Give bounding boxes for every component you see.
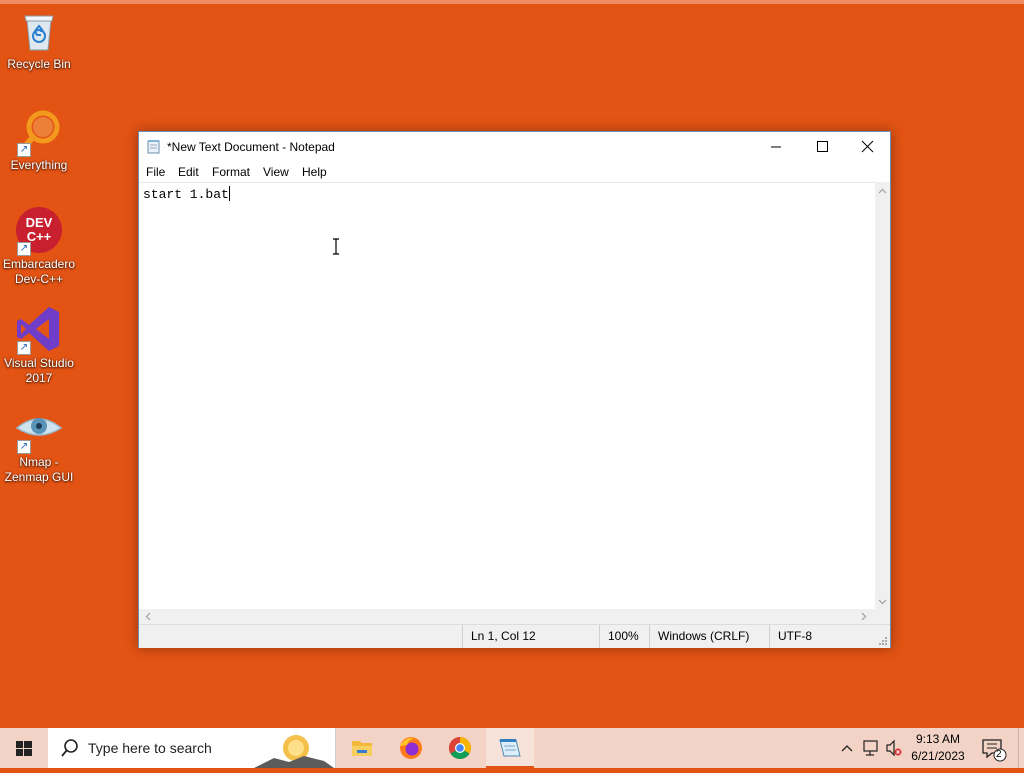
start-button[interactable] xyxy=(0,728,48,768)
status-line-ending: Windows (CRLF) xyxy=(649,625,766,648)
scroll-up-icon[interactable] xyxy=(875,184,890,199)
search-highlight-image xyxy=(254,735,334,768)
close-button[interactable] xyxy=(844,132,890,162)
scroll-down-icon[interactable] xyxy=(875,594,890,609)
shortcut-arrow-icon: ↗ xyxy=(17,341,31,355)
network-icon[interactable] xyxy=(861,728,881,768)
close-icon xyxy=(861,140,874,153)
notification-count-badge: 2 xyxy=(996,749,1002,760)
notepad-icon xyxy=(147,140,160,154)
shortcut-arrow-icon: ↗ xyxy=(17,440,31,454)
clock-time: 9:13 AM xyxy=(915,732,961,746)
dev-cpp-icon: DEV C++ ↗ xyxy=(15,206,63,256)
title-bar[interactable]: *New Text Document - Notepad xyxy=(139,132,890,162)
notification-icon xyxy=(982,739,1007,762)
menu-format[interactable]: Format xyxy=(212,165,250,179)
menu-edit[interactable]: Edit xyxy=(178,165,199,179)
desktop-icon-dev-cpp[interactable]: DEV C++ ↗ Embarcadero Dev-C++ xyxy=(0,206,78,287)
taskbar-chrome[interactable] xyxy=(436,728,484,768)
show-hidden-icons-icon[interactable] xyxy=(838,728,856,768)
desktop-icon-everything[interactable]: ↗ Everything xyxy=(0,107,78,173)
vertical-scrollbar[interactable] xyxy=(875,182,890,609)
desktop-icon-label: Recycle Bin xyxy=(7,57,71,71)
clock-date: 6/21/2023 xyxy=(911,749,965,763)
desktop-icon-visual-studio[interactable]: ↗ Visual Studio 2017 xyxy=(0,305,78,386)
maximize-icon xyxy=(817,141,828,152)
resize-grip-icon[interactable] xyxy=(878,636,888,646)
zenmap-eye-icon: ↗ xyxy=(15,404,63,454)
status-encoding: UTF-8 xyxy=(769,625,878,648)
status-bar: Ln 1, Col 12 100% Windows (CRLF) UTF-8 xyxy=(139,624,890,648)
menu-view[interactable]: View xyxy=(263,165,289,179)
taskbar-notepad[interactable] xyxy=(486,728,534,768)
text-cursor-icon xyxy=(333,238,339,255)
text-editor[interactable]: start 1.bat xyxy=(139,182,875,610)
minimize-button[interactable] xyxy=(753,132,799,162)
notification-center-button[interactable]: 2 xyxy=(980,728,1008,768)
search-icon xyxy=(61,739,78,757)
firefox-icon xyxy=(400,737,422,759)
shortcut-arrow-icon: ↗ xyxy=(17,242,31,256)
search-placeholder: Type here to search xyxy=(88,740,212,756)
visual-studio-icon: ↗ xyxy=(15,305,63,355)
desktop-icon-label: Embarcadero Dev-C++ xyxy=(2,257,76,286)
menu-file[interactable]: File xyxy=(146,165,165,179)
show-desktop-button[interactable] xyxy=(1018,728,1024,768)
scrollbar-corner xyxy=(875,609,890,624)
menu-help[interactable]: Help xyxy=(302,165,327,179)
scroll-left-icon[interactable] xyxy=(141,609,156,624)
taskbar-firefox[interactable] xyxy=(387,728,435,768)
text-caret xyxy=(228,186,230,201)
taskbar-file-explorer[interactable] xyxy=(338,728,386,768)
desktop-icon-label: Everything xyxy=(10,158,68,172)
svg-text:DEV: DEV xyxy=(26,215,53,230)
taskbar: Type here to search 9:13 AM 6/21/2023 2 xyxy=(0,728,1024,768)
desktop-icon-label: Nmap - Zenmap GUI xyxy=(4,455,74,484)
clock[interactable]: 9:13 AM 6/21/2023 xyxy=(900,731,976,765)
status-position: Ln 1, Col 12 xyxy=(462,625,598,648)
recycle-bin-icon xyxy=(15,6,63,54)
maximize-button[interactable] xyxy=(799,132,845,162)
window-title: *New Text Document - Notepad xyxy=(167,140,335,154)
notepad-icon xyxy=(499,739,521,757)
status-zoom: 100% xyxy=(599,625,650,648)
everything-search-icon: ↗ xyxy=(15,107,63,157)
file-explorer-icon xyxy=(352,741,372,756)
notepad-window[interactable]: *New Text Document - Notepad File Edit F… xyxy=(138,131,891,648)
desktop-icon-label: Visual Studio 2017 xyxy=(4,356,74,385)
scroll-right-icon[interactable] xyxy=(856,609,871,624)
editor-content: start 1.bat xyxy=(143,187,229,202)
horizontal-scrollbar[interactable] xyxy=(139,609,875,624)
search-box[interactable]: Type here to search xyxy=(48,728,336,768)
windows-logo-icon xyxy=(16,741,32,756)
shortcut-arrow-icon: ↗ xyxy=(17,143,31,157)
desktop-top-edge xyxy=(0,0,1024,4)
desktop-icon-recycle-bin[interactable]: Recycle Bin xyxy=(0,6,78,72)
desktop-icon-zenmap[interactable]: ↗ Nmap - Zenmap GUI xyxy=(0,404,78,485)
chrome-icon xyxy=(449,737,471,759)
menu-bar: File Edit Format View Help xyxy=(139,162,890,182)
minimize-icon xyxy=(771,146,781,148)
